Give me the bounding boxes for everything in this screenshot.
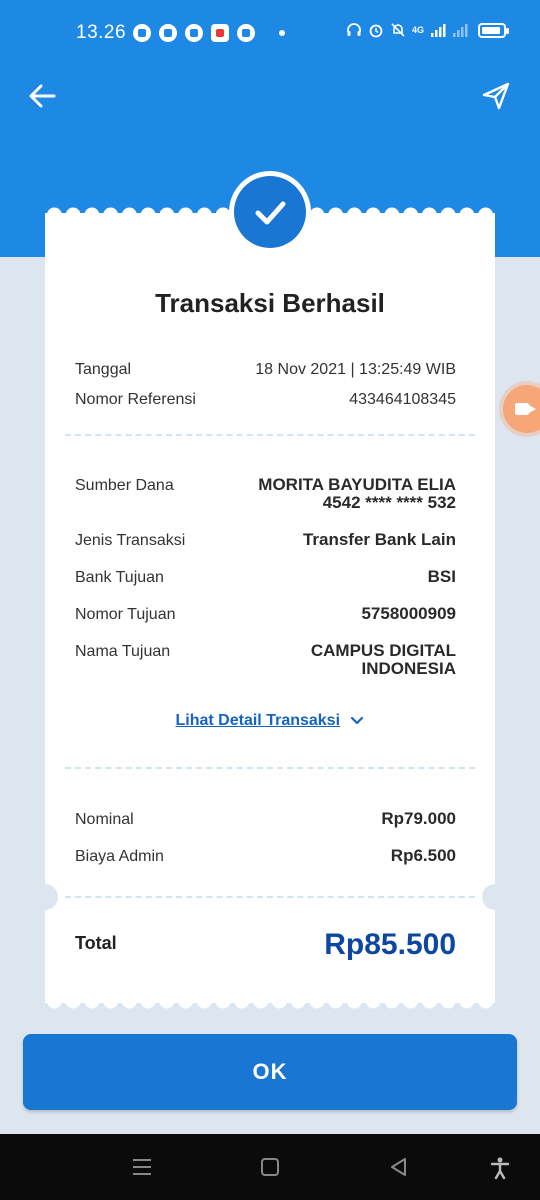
nominal-value: Rp79.000 [381,809,456,828]
headset-icon [347,23,361,36]
signal-4g-icon: 4G [411,24,424,35]
tanggal-label: Tanggal [75,361,132,378]
signal-icon [453,24,468,37]
signal-icon [431,24,446,37]
system-icons: 4G [346,22,509,38]
bank-tujuan-value: BSI [427,567,456,586]
notification-icons [133,24,285,42]
sumber-dana-card: 4542 **** **** 532 [322,493,456,512]
checkmark-icon [255,201,286,225]
alarm-icon [369,24,383,38]
nama-tujuan-label: Nama Tujuan [75,643,171,660]
mute-icon [391,23,405,37]
sumber-dana-name: MORITA BAYUDITA ELIA [258,475,456,494]
nominal-label: Nominal [75,811,134,828]
divider [65,896,475,898]
more-dot-icon [279,30,285,36]
biaya-admin-value: Rp6.500 [390,846,456,865]
whatsapp-icon [133,24,151,42]
total-value: Rp85.500 [324,928,456,961]
ok-button[interactable]: OK [23,1034,517,1110]
video-camera-icon [515,403,536,415]
system-nav-bar [0,1134,540,1200]
battery-icon [478,22,509,38]
total-label: Total [75,933,117,953]
facebook-icon [237,24,255,42]
biaya-admin-label: Biaya Admin [75,848,164,865]
chevron-down-icon[interactable] [350,716,364,726]
home-icon[interactable] [259,1156,281,1178]
detail-transaksi-link[interactable]: Lihat Detail Transaksi [45,712,495,730]
detail-link-label[interactable]: Lihat Detail Transaksi [176,712,341,729]
red-app-icon [211,24,229,42]
nomor-tujuan-label: Nomor Tujuan [75,606,176,623]
arrow-left-icon[interactable] [26,80,58,112]
jenis-transaksi-label: Jenis Transaksi [75,532,186,549]
divider [65,434,475,436]
success-badge [229,171,311,253]
page-title: Transaksi Berhasil [155,288,385,318]
receipt-notch-right [482,884,508,910]
accessibility-icon[interactable] [488,1156,512,1180]
referensi-label: Nomor Referensi [75,391,196,408]
receipt-notch-left [32,884,58,910]
sumber-dana-label: Sumber Dana [75,477,174,494]
divider [65,767,475,769]
send-icon[interactable] [480,80,512,112]
tanggal-value: 18 Nov 2021 | 13:25:49 WIB [255,361,456,378]
nama-tujuan-value-line2: INDONESIA [361,659,456,678]
receipt-edge-bottom [45,995,495,1009]
bank-tujuan-label: Bank Tujuan [75,569,164,586]
line-icon [185,24,203,42]
nama-tujuan-value-line1: CAMPUS DIGITAL [310,641,456,660]
screen-record-button[interactable] [503,385,540,433]
referensi-value: 433464108345 [349,391,456,408]
status-bar: 13.26 4G [0,0,540,60]
back-nav-icon[interactable] [388,1156,410,1178]
nomor-tujuan-value: 5758000909 [361,604,456,623]
messenger-icon [159,24,177,42]
recent-apps-icon[interactable] [131,1156,153,1178]
status-time: 13.26 [76,22,127,43]
jenis-transaksi-value: Transfer Bank Lain [302,530,456,549]
